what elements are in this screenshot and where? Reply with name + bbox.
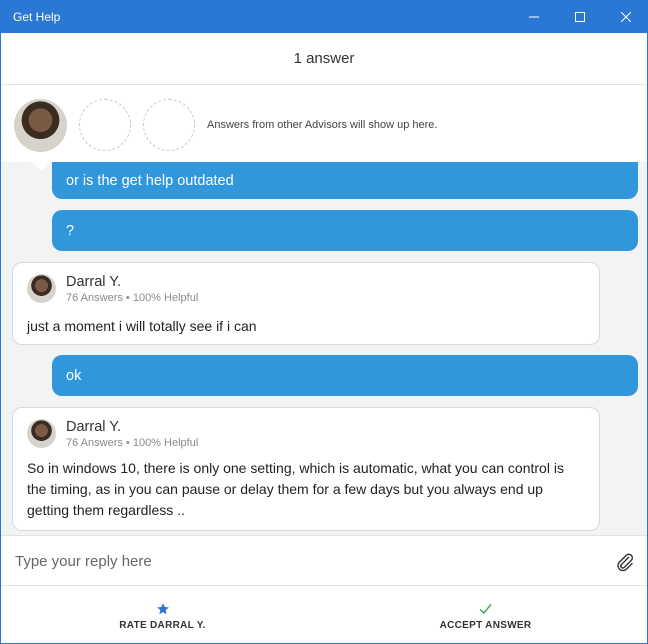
message-text: ok <box>66 367 82 384</box>
answer-count-header: 1 answer <box>1 33 647 85</box>
advisor-message: Darral Y. 76 Answers • 100% Helpful just… <box>12 262 600 345</box>
advisor-avatar[interactable] <box>14 99 67 152</box>
message-text: So in windows 10, there is only one sett… <box>27 460 564 518</box>
advisors-strip: Answers from other Advisors will show up… <box>1 85 647 162</box>
selected-advisor-pointer <box>32 162 50 171</box>
minimize-button[interactable] <box>511 1 557 33</box>
reply-input[interactable] <box>15 548 595 574</box>
chat-area[interactable]: Answers from other Advisors will show up… <box>1 85 647 535</box>
advisor-stats: 76 Answers • 100% Helpful <box>66 292 199 304</box>
rate-advisor-button[interactable]: RATE DARRAL Y. <box>1 586 324 643</box>
maximize-button[interactable] <box>557 1 603 33</box>
close-button[interactable] <box>603 1 647 33</box>
attach-button[interactable] <box>615 552 635 572</box>
accept-label: ACCEPT ANSWER <box>439 620 532 631</box>
advisor-message: Darral Y. 76 Answers • 100% Helpful So i… <box>12 407 600 531</box>
get-help-window: Get Help 1 answer Answers from other Adv… <box>0 0 648 644</box>
title-bar: Get Help <box>1 1 647 33</box>
advisors-note: Answers from other Advisors will show up… <box>207 119 438 131</box>
reply-bar <box>1 535 647 585</box>
window-title: Get Help <box>13 10 61 24</box>
rate-label: RATE DARRAL Y. <box>119 620 206 631</box>
checkmark-icon <box>479 601 492 617</box>
message-text: ? <box>66 222 75 239</box>
accept-answer-button[interactable]: ACCEPT ANSWER <box>324 586 647 643</box>
advisor-placeholder-slot <box>143 99 195 151</box>
star-icon <box>156 601 170 617</box>
avatar <box>27 274 56 303</box>
paperclip-icon <box>617 553 634 572</box>
advisor-stats: 76 Answers • 100% Helpful <box>66 437 199 449</box>
answer-count: 1 answer <box>293 50 355 67</box>
message-text: or is the get help outdated <box>66 172 234 189</box>
advisor-name: Darral Y. <box>66 274 122 290</box>
action-footer: RATE DARRAL Y. ACCEPT ANSWER <box>1 585 647 643</box>
user-message: ok <box>52 355 638 396</box>
minimize-icon <box>529 16 539 18</box>
user-message: or is the get help outdated <box>52 162 638 199</box>
avatar <box>27 419 56 448</box>
close-icon <box>621 12 631 22</box>
user-message: ? <box>52 210 638 251</box>
message-text: just a moment i will totally see if i ca… <box>27 318 257 334</box>
maximize-icon <box>575 12 585 22</box>
advisor-placeholder-slot <box>79 99 131 151</box>
advisor-name: Darral Y. <box>66 419 122 435</box>
